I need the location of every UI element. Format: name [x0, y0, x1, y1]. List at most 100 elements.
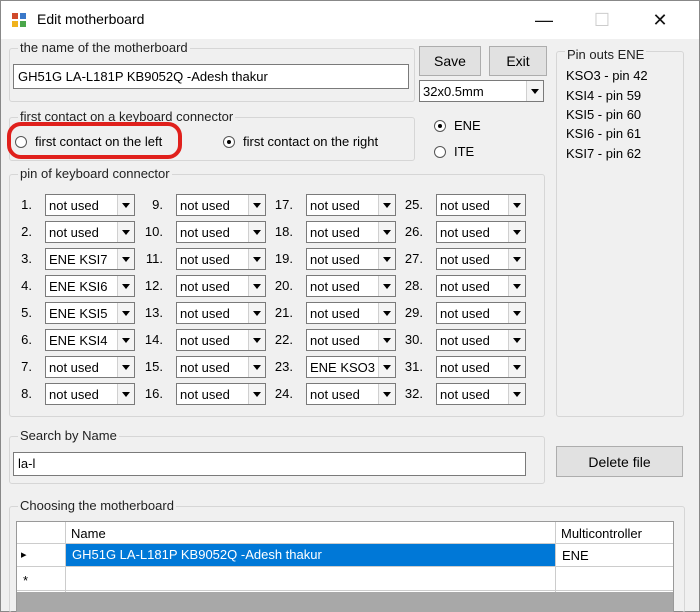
pin-assignment-combo[interactable]: not used [436, 275, 526, 297]
column-header-name[interactable]: Name [65, 522, 555, 544]
pin-assignment-combo[interactable]: not used [176, 248, 266, 270]
pin-assignment-combo[interactable]: ENE KSI7 [45, 248, 135, 270]
pin-assignment-combo[interactable]: not used [45, 221, 135, 243]
chevron-down-icon[interactable] [508, 249, 525, 269]
chevron-down-icon[interactable] [248, 357, 265, 377]
pin-assignment-combo[interactable]: not used [176, 275, 266, 297]
chevron-down-icon[interactable] [117, 222, 134, 242]
delete-file-button[interactable]: Delete file [556, 446, 683, 477]
group-title: Pin outs ENE [565, 47, 647, 63]
pin-assignment-combo[interactable]: not used [176, 329, 266, 351]
table-empty-area [17, 592, 673, 612]
chevron-down-icon[interactable] [508, 195, 525, 215]
chevron-down-icon[interactable] [378, 357, 395, 377]
chevron-down-icon[interactable] [117, 357, 134, 377]
pin-assignment-combo[interactable]: not used [436, 302, 526, 324]
chevron-down-icon[interactable] [378, 330, 395, 350]
pin-out-line: KSI7 - pin 62 [566, 146, 642, 161]
pin-number-label: 12. [144, 278, 163, 293]
chevron-down-icon[interactable] [508, 303, 525, 323]
pin-assignment-combo[interactable]: not used [176, 194, 266, 216]
chevron-down-icon[interactable] [248, 330, 265, 350]
chevron-down-icon[interactable] [508, 384, 525, 404]
chevron-down-icon[interactable] [117, 330, 134, 350]
table-row-new[interactable]: * [17, 568, 673, 591]
table-cell-name[interactable]: GH51G LA-L181P KB9052Q -Adesh thakur [66, 544, 555, 566]
save-button[interactable]: Save [419, 46, 481, 76]
new-row-marker-icon: * [23, 573, 29, 588]
pin-assignment-value: not used [310, 333, 360, 348]
table-cell-multicontroller[interactable]: ENE [556, 545, 673, 566]
pin-assignment-combo[interactable]: not used [306, 248, 396, 270]
column-header-multicontroller[interactable]: Multicontroller [555, 522, 673, 544]
pin-assignment-combo[interactable]: not used [436, 248, 526, 270]
first-contact-right-radio[interactable]: first contact on the right [223, 134, 378, 149]
chevron-down-icon[interactable] [508, 330, 525, 350]
table-cell-name[interactable] [66, 569, 555, 575]
pin-assignment-combo[interactable]: not used [176, 356, 266, 378]
size-combo[interactable]: 32x0.5mm [419, 80, 544, 102]
chevron-down-icon[interactable] [508, 357, 525, 377]
chevron-down-icon[interactable] [117, 303, 134, 323]
exit-button[interactable]: Exit [489, 46, 547, 76]
title-bar[interactable]: Edit motherboard — ☐ ✕ [1, 1, 699, 39]
pin-assignment-combo[interactable]: not used [306, 383, 396, 405]
pin-number-label: 9. [152, 197, 163, 212]
pin-assignment-combo[interactable]: not used [306, 302, 396, 324]
pin-assignment-combo[interactable]: not used [176, 302, 266, 324]
pin-assignment-combo[interactable]: not used [436, 221, 526, 243]
pin-assignment-combo[interactable]: ENE KSI4 [45, 329, 135, 351]
chevron-down-icon[interactable] [378, 384, 395, 404]
pin-assignment-combo[interactable]: not used [306, 275, 396, 297]
chevron-down-icon[interactable] [508, 276, 525, 296]
pin-assignment-combo[interactable]: not used [306, 329, 396, 351]
pin-assignment-combo[interactable]: not used [436, 356, 526, 378]
pin-assignment-value: not used [440, 306, 490, 321]
pin-assignment-value: not used [310, 198, 360, 213]
pin-assignment-combo[interactable]: not used [45, 356, 135, 378]
chevron-down-icon[interactable] [378, 222, 395, 242]
chevron-down-icon[interactable] [508, 222, 525, 242]
pin-assignment-combo[interactable]: not used [45, 383, 135, 405]
chevron-down-icon[interactable] [248, 303, 265, 323]
table-cell-multicontroller[interactable] [556, 569, 673, 575]
chevron-down-icon[interactable] [248, 222, 265, 242]
pin-assignment-combo[interactable]: not used [306, 221, 396, 243]
chevron-down-icon[interactable] [248, 276, 265, 296]
chevron-down-icon[interactable] [117, 384, 134, 404]
chevron-down-icon[interactable] [526, 81, 543, 101]
ite-radio[interactable]: ITE [434, 144, 474, 159]
chevron-down-icon[interactable] [117, 249, 134, 269]
chevron-down-icon[interactable] [378, 303, 395, 323]
radio-selected-icon [434, 119, 446, 132]
pin-assignment-combo[interactable]: not used [176, 221, 266, 243]
pin-assignment-combo[interactable]: not used [176, 383, 266, 405]
close-button[interactable]: ✕ [637, 1, 683, 39]
chevron-down-icon[interactable] [117, 195, 134, 215]
chevron-down-icon[interactable] [378, 249, 395, 269]
red-highlight-annotation [7, 122, 182, 159]
pin-number-label: 2. [21, 224, 32, 239]
chevron-down-icon[interactable] [248, 384, 265, 404]
pin-assignment-combo[interactable]: not used [45, 194, 135, 216]
chevron-down-icon[interactable] [117, 276, 134, 296]
ene-radio[interactable]: ENE [434, 118, 481, 133]
pin-assignment-combo[interactable]: ENE KSO3 [306, 356, 396, 378]
search-input[interactable]: la-l [13, 452, 526, 476]
minimize-button[interactable]: — [521, 1, 567, 39]
chevron-down-icon[interactable] [248, 249, 265, 269]
pin-assignment-combo[interactable]: not used [436, 383, 526, 405]
pin-assignment-combo[interactable]: ENE KSI5 [45, 302, 135, 324]
chevron-down-icon[interactable] [378, 195, 395, 215]
table-row[interactable]: ▸ GH51G LA-L181P KB9052Q -Adesh thakur E… [17, 544, 673, 567]
pin-number-label: 29. [404, 305, 423, 320]
chevron-down-icon[interactable] [378, 276, 395, 296]
pin-assignment-combo[interactable]: not used [436, 329, 526, 351]
motherboard-name-input[interactable]: GH51G LA-L181P KB9052Q -Adesh thakur [13, 64, 409, 89]
pin-assignment-combo[interactable]: not used [436, 194, 526, 216]
chevron-down-icon[interactable] [248, 195, 265, 215]
pin-assignment-combo[interactable]: ENE KSI6 [45, 275, 135, 297]
pin-assignment-value: not used [180, 333, 230, 348]
pin-assignment-combo[interactable]: not used [306, 194, 396, 216]
maximize-button[interactable]: ☐ [579, 1, 625, 39]
